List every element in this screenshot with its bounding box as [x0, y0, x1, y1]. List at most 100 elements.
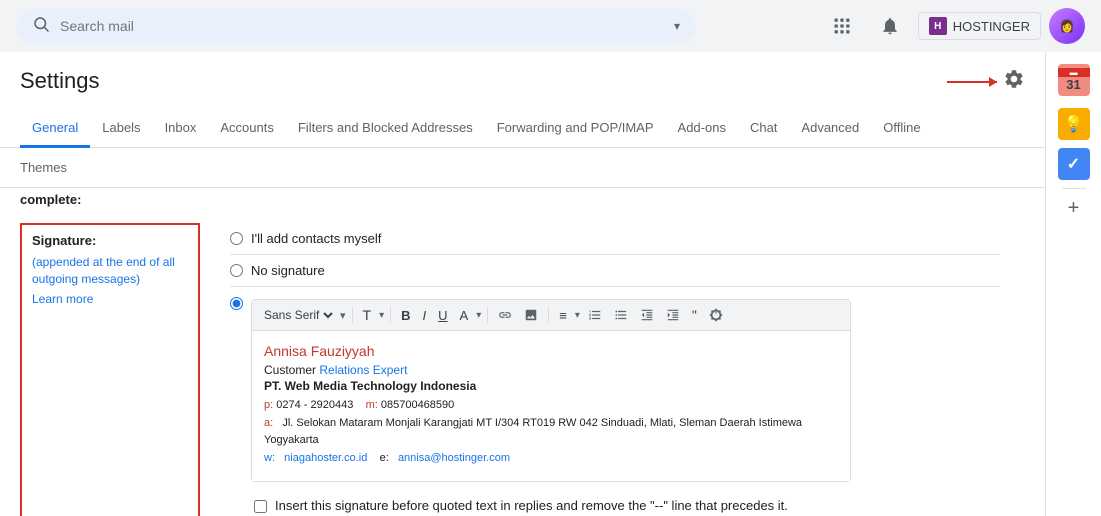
search-dropdown-icon[interactable]: ▾ — [674, 19, 680, 33]
signature-content-area[interactable]: Annisa Fauziyyah Customer Relations Expe… — [252, 331, 850, 481]
tab-advanced[interactable]: Advanced — [789, 110, 871, 148]
settings-title: Settings — [20, 68, 100, 94]
insert-signature-label: Insert this signature before quoted text… — [275, 498, 788, 513]
sig-company: PT. Web Media Technology Indonesia — [264, 379, 838, 393]
sig-name: Annisa Fauziyyah — [264, 343, 838, 359]
numbered-list-btn[interactable] — [584, 305, 606, 325]
sig-address-row: a: Jl. Selokan Mataram Monjali Karangjat… — [264, 415, 838, 450]
settings-content: Settings General Labels Inbox Accounts F… — [0, 52, 1045, 516]
search-input[interactable] — [60, 18, 664, 34]
editor-toolbar: Sans Serif ▾ T ▾ B I U A — [252, 300, 850, 331]
tab-general[interactable]: General — [20, 110, 90, 148]
sidebar-divider — [1062, 188, 1086, 189]
hostinger-label: HOSTINGER — [953, 19, 1030, 34]
tab-chat[interactable]: Chat — [738, 110, 789, 148]
italic-btn[interactable]: I — [419, 305, 431, 326]
keep-sidebar-icon[interactable]: 💡 — [1058, 108, 1090, 140]
avatar-image: 👩 — [1049, 8, 1085, 44]
sig-phone-row: p: 0274 - 2920443 m: 085700468590 — [264, 397, 838, 415]
insert-signature-row: Insert this signature before quoted text… — [230, 490, 788, 513]
notifications-icon[interactable] — [870, 6, 910, 46]
topbar-right: H HOSTINGER 👩 — [822, 6, 1085, 46]
sig-web-row: w: niagahoster.co.id e: annisa@hostinger… — [264, 450, 838, 468]
sig-address: Jl. Selokan Mataram Monjali Karangjati M… — [264, 417, 802, 447]
sig-phone-label: p: — [264, 399, 273, 411]
topbar: ▾ H HOSTINGER 👩 — [0, 0, 1101, 52]
sig-relations-link[interactable]: Relations — [319, 363, 369, 377]
main-layout: Settings General Labels Inbox Accounts F… — [0, 52, 1101, 516]
radio-custom-signature[interactable] — [230, 297, 243, 310]
font-size-btn[interactable]: T — [359, 304, 376, 326]
radio-no-signature-label: No signature — [251, 263, 325, 278]
bullet-list-btn[interactable] — [610, 305, 632, 325]
learn-more-link[interactable]: Learn more — [32, 292, 188, 306]
tab-filters[interactable]: Filters and Blocked Addresses — [286, 110, 485, 148]
radio-no-signature-row: No signature — [230, 255, 1000, 287]
settings-gear-icon[interactable] — [1003, 68, 1025, 96]
tab-addons[interactable]: Add-ons — [666, 110, 738, 148]
tab-accounts[interactable]: Accounts — [208, 110, 285, 148]
radio-custom-sig-row: Sans Serif ▾ T ▾ B I U A — [230, 287, 1000, 516]
add-sidebar-btn[interactable]: + — [1068, 197, 1080, 220]
right-sidebar: ▬ 31 💡 ✓ + — [1045, 52, 1101, 516]
lightbulb-icon: 💡 — [1064, 114, 1084, 134]
indent-more-btn[interactable] — [662, 305, 684, 325]
settings-header: Settings — [0, 52, 1045, 110]
apps-icon[interactable] — [822, 6, 862, 46]
complete-label: complete: — [20, 192, 81, 207]
calendar-sidebar-icon[interactable]: ▬ 31 — [1054, 60, 1094, 100]
sub-tab-themes[interactable]: Themes — [20, 156, 67, 179]
font-family-select[interactable]: Sans Serif — [260, 307, 336, 323]
gear-area — [947, 68, 1025, 96]
sub-tabs: Themes — [0, 148, 1045, 188]
align-btn[interactable]: ≡ — [555, 305, 571, 326]
underline-btn[interactable]: U — [434, 305, 451, 326]
radio-add-contacts[interactable] — [230, 232, 243, 245]
nav-tabs: General Labels Inbox Accounts Filters an… — [0, 110, 1045, 148]
toolbar-divider-4 — [548, 307, 549, 323]
text-color-btn[interactable]: A — [456, 305, 473, 326]
toolbar-divider-2 — [390, 307, 391, 323]
search-bar[interactable]: ▾ — [16, 9, 696, 44]
hostinger-button[interactable]: H HOSTINGER — [918, 12, 1041, 40]
sig-phone: 0274 - 2920443 — [276, 399, 353, 411]
radio-add-contacts-row: I'll add contacts myself — [230, 223, 1000, 255]
remove-format-btn[interactable] — [705, 305, 727, 325]
toolbar-divider-1 — [352, 307, 353, 323]
tab-forwarding[interactable]: Forwarding and POP/IMAP — [485, 110, 666, 148]
user-avatar[interactable]: 👩 — [1049, 8, 1085, 44]
tab-inbox[interactable]: Inbox — [153, 110, 209, 148]
sig-website-link[interactable]: niagahoster.co.id — [284, 452, 367, 464]
link-btn[interactable] — [494, 305, 516, 325]
image-btn[interactable] — [520, 305, 542, 325]
tab-offline[interactable]: Offline — [871, 110, 932, 148]
toolbar-divider-3 — [487, 307, 488, 323]
indent-less-btn[interactable] — [636, 305, 658, 325]
sig-mobile: 085700468590 — [381, 399, 454, 411]
complete-section: complete: — [0, 188, 1045, 211]
sig-address-label: a: — [264, 417, 273, 429]
signature-area: Signature: (appended at the end of all o… — [0, 211, 1045, 516]
search-icon — [32, 15, 50, 38]
insert-signature-checkbox[interactable] — [254, 500, 267, 513]
signature-label-desc: (appended at the end of all outgoing mes… — [32, 255, 175, 286]
signature-label-title: Signature: — [32, 233, 188, 248]
bold-btn[interactable]: B — [397, 305, 414, 326]
tab-labels[interactable]: Labels — [90, 110, 152, 148]
quote-btn[interactable]: " — [688, 304, 701, 326]
red-arrow — [947, 81, 997, 83]
sig-email-label: e: — [380, 452, 389, 464]
radio-no-signature[interactable] — [230, 264, 243, 277]
signature-options: I'll add contacts myself No signature — [230, 223, 1000, 516]
sig-mobile-label: m: — [366, 399, 378, 411]
signature-label-box: Signature: (appended at the end of all o… — [20, 223, 200, 516]
hostinger-logo: H — [929, 17, 947, 35]
signature-editor[interactable]: Sans Serif ▾ T ▾ B I U A — [251, 299, 851, 482]
radio-add-contacts-label: I'll add contacts myself — [251, 231, 381, 246]
tasks-sidebar-icon[interactable]: ✓ — [1058, 148, 1090, 180]
sig-expert-link[interactable]: Expert — [373, 363, 408, 377]
sig-web-label: w: — [264, 452, 275, 464]
tasks-icon: ✓ — [1067, 154, 1080, 174]
sig-email-link[interactable]: annisa@hostinger.com — [398, 452, 510, 464]
sig-title: Customer Relations Expert — [264, 363, 838, 377]
